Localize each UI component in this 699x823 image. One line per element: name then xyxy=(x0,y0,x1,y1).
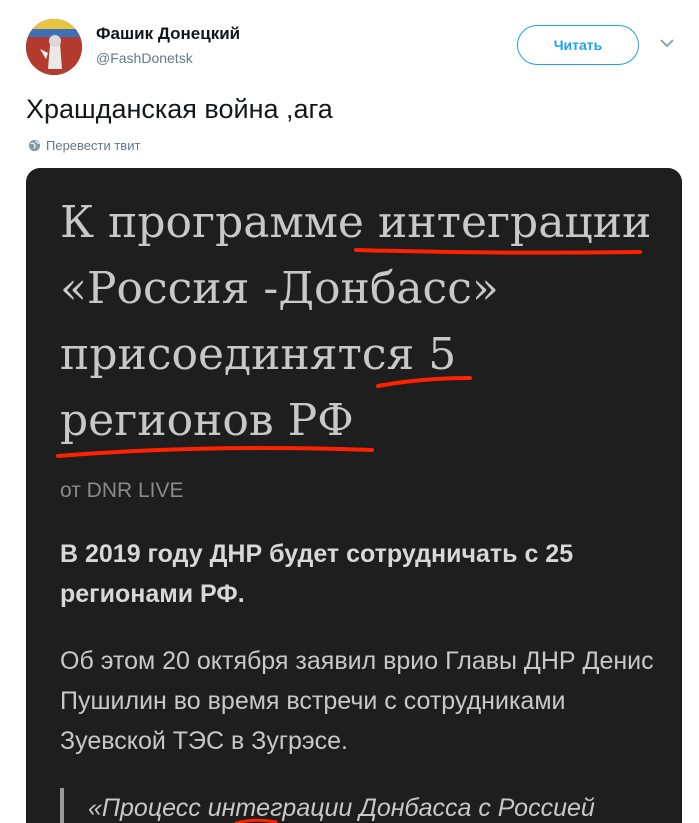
translate-link[interactable]: Перевести твит xyxy=(28,138,140,153)
chevron-down-icon[interactable] xyxy=(660,36,674,50)
headline-line: «Россия -Донбасс» xyxy=(60,263,499,314)
tweet-image[interactable]: К программе интеграции «Россия -Донбасс»… xyxy=(26,168,682,823)
quote-text: «Процесс интеграции Донбасса с Россией xyxy=(60,788,682,823)
author-handle[interactable]: @FashDonetsk xyxy=(96,50,193,66)
headline-line: регионов РФ xyxy=(60,395,354,446)
follow-button[interactable]: Читать xyxy=(517,25,639,65)
body-text: Об этом 20 октября заявил врио Главы ДНР… xyxy=(60,647,654,755)
headline-line: присоединятся 5 xyxy=(60,329,457,380)
avatar[interactable] xyxy=(26,19,82,75)
author-name[interactable]: Фашик Донецкий xyxy=(96,24,240,44)
headline-line: К программе интеграции xyxy=(60,197,652,248)
source-label: от DNR LIVE xyxy=(60,479,184,502)
headline: К программе интеграции «Россия -Донбасс»… xyxy=(60,190,660,454)
translate-label: Перевести твит xyxy=(46,138,141,153)
tweet-text: Храшданская война ,ага xyxy=(26,94,333,124)
globe-icon xyxy=(28,139,41,152)
lead-text: В 2019 году ДНР будет сотрудничать с 25 … xyxy=(60,540,574,608)
